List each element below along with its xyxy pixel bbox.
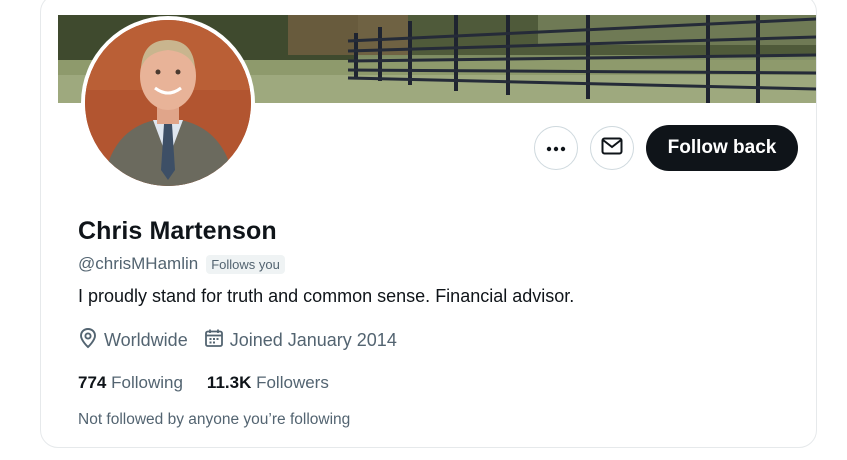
follow-stats-row: 774 Following 11.3K Followers — [78, 373, 353, 393]
mutual-followers-text: Not followed by anyone you’re following — [78, 411, 351, 428]
envelope-icon — [601, 137, 623, 160]
profile-display-name: Chris Martenson — [78, 217, 277, 245]
follow-back-button[interactable]: Follow back — [646, 125, 798, 171]
followers-count: 11.3K — [206, 373, 252, 392]
joined-item: Joined January 2014 — [204, 328, 397, 353]
handle-row: @chrisMHamlin Follows you — [78, 254, 285, 274]
location-text: Worldwide — [104, 330, 188, 350]
calendar-icon — [204, 328, 224, 353]
more-dots-icon — [546, 139, 566, 157]
location-pin-icon — [78, 327, 98, 354]
following-label: Following — [111, 373, 183, 392]
profile-avatar[interactable] — [81, 16, 255, 190]
more-options-button[interactable] — [534, 126, 578, 170]
following-link[interactable]: 774 Following — [78, 373, 183, 393]
follows-you-badge: Follows you — [206, 254, 285, 274]
joined-date-text: Joined January 2014 — [229, 330, 397, 350]
following-count: 774 — [78, 373, 107, 392]
profile-card: Follow back Chris Martenson @chrisMHamli… — [40, 0, 817, 448]
location-item: Worldwide — [78, 327, 188, 354]
followers-label: Followers — [256, 373, 329, 392]
message-button[interactable] — [590, 126, 634, 170]
profile-meta-row: Worldwide Joined January 2014 — [78, 327, 413, 354]
profile-bio: I proudly stand for truth and common sen… — [78, 286, 575, 306]
profile-handle: @chrisMHamlin — [78, 254, 199, 273]
followers-link[interactable]: 11.3K Followers — [207, 373, 329, 393]
